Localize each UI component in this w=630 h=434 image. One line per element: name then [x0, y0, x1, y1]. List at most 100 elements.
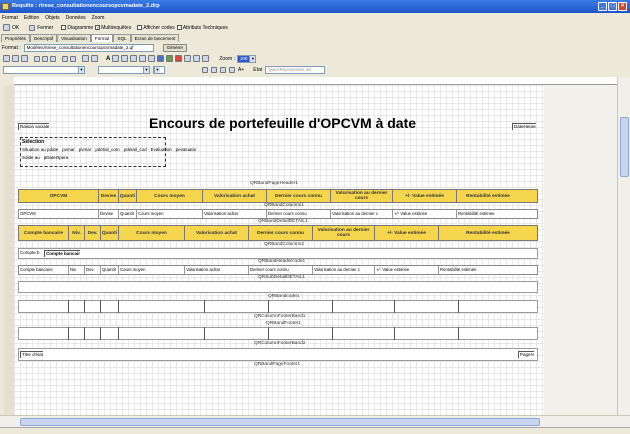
grid-icon[interactable]: [184, 55, 192, 62]
detail-field[interactable]: Valorisation au dernier c: [331, 210, 393, 218]
titre-etat-field[interactable]: Titre d'état: [20, 351, 43, 358]
color-icon[interactable]: [229, 67, 235, 73]
tab-sql[interactable]: SQL: [113, 34, 131, 42]
detail-field[interactable]: Quantit: [101, 266, 119, 274]
underline-icon[interactable]: [220, 67, 226, 73]
detail-field[interactable]: Valorisation achat: [203, 210, 267, 218]
etat-field[interactable]: QuickReport/etats.dcl: [265, 66, 326, 74]
menu-edition[interactable]: Edition: [24, 15, 39, 21]
tab-ecran-lancement[interactable]: Ecran de lancement: [130, 34, 180, 42]
print-icon[interactable]: [12, 55, 19, 62]
bands-icon[interactable]: [193, 55, 201, 62]
detail-field[interactable]: Dev: [85, 266, 101, 274]
detail-band-1[interactable]: OPCVM Devise Quantit Cours moyen Valoris…: [18, 209, 538, 219]
date-heure-field[interactable]: DateHeure: [512, 123, 536, 130]
menu-zoom[interactable]: Zoom: [92, 15, 105, 21]
copy-icon[interactable]: [42, 55, 48, 62]
save-icon[interactable]: [3, 24, 10, 31]
selection-field[interactable]: pevaluatio: [176, 147, 197, 152]
vertical-scrollbar[interactable]: [617, 77, 630, 415]
cut-icon[interactable]: [34, 55, 40, 62]
menu-objets[interactable]: Objets: [45, 15, 59, 21]
selection-field[interactable]: Situation au pdate: [22, 147, 58, 152]
detail-field[interactable]: +/- Value estimée: [393, 210, 457, 218]
scroll-thumb[interactable]: [620, 117, 629, 177]
bold-icon[interactable]: [202, 67, 208, 73]
save-icon[interactable]: [3, 55, 10, 62]
selection-field[interactable]: Solde au: [22, 155, 40, 160]
report-title[interactable]: Encours de portefeuille d'OPCVM à date: [149, 115, 416, 131]
afficher-codes-option[interactable]: Afficher codes: [137, 25, 175, 31]
subdetail-blank-band[interactable]: [18, 281, 538, 293]
header-code-band[interactable]: [18, 248, 538, 259]
menu-donnees[interactable]: Données: [66, 15, 86, 21]
detail-field[interactable]: Dernier cours connu: [267, 210, 331, 218]
rich-text-icon[interactable]: [148, 55, 156, 62]
report-page[interactable]: Raison sociale Encours de portefeuille d…: [14, 85, 544, 415]
undo-icon[interactable]: [62, 55, 68, 62]
font-icon[interactable]: A: [106, 56, 110, 62]
table-tool-icon[interactable]: [166, 55, 174, 62]
detail-field[interactable]: Rentabilité estimée: [457, 210, 519, 218]
paste-icon[interactable]: [50, 55, 56, 62]
detail-field[interactable]: Devise: [99, 210, 119, 218]
ok-button[interactable]: OK: [12, 25, 19, 31]
format-path-field[interactable]: Modèles/rtrese_consultationencoursopcvma…: [23, 44, 154, 52]
selection-field[interactable]: Evaluation: [151, 147, 172, 152]
image-tool-icon[interactable]: [139, 55, 147, 62]
multirequetes-option[interactable]: ✓ Multirequêtes: [95, 25, 131, 31]
redo-icon[interactable]: [70, 55, 76, 62]
compte-value-field[interactable]: Compte bancair: [44, 250, 81, 257]
zoom-select[interactable]: 100 ▼: [236, 54, 257, 63]
selection-field[interactable]: pDateOpera: [44, 155, 69, 160]
font-grow-icon[interactable]: A+: [238, 67, 244, 73]
raison-sociale-field[interactable]: Raison sociale: [18, 123, 50, 130]
props-icon[interactable]: [202, 55, 210, 62]
minimize-button[interactable]: _: [598, 2, 607, 11]
generer-button[interactable]: Générer: [162, 44, 188, 52]
column-header-band-2[interactable]: Compte bancaire Niv. Dev. Quanti Cours m…: [18, 225, 538, 241]
shape-tool-icon[interactable]: [130, 55, 138, 62]
tab-proprietes[interactable]: Propriétés: [1, 34, 30, 42]
selection-field[interactable]: pdetail_com: [95, 147, 119, 152]
attributs-option[interactable]: Attributs Techniques: [176, 24, 228, 31]
page-number-field[interactable]: PageN: [518, 351, 534, 358]
detail-field[interactable]: Cours moyen: [119, 266, 185, 274]
column-header-band-1[interactable]: OPCVM Devise Quanti Cours moyen Valorisa…: [18, 189, 538, 203]
detail-field[interactable]: OPCVM: [19, 210, 99, 218]
detail-field[interactable]: +/- Value estimée: [375, 266, 439, 274]
tab-format[interactable]: Format: [90, 34, 114, 42]
selection-field[interactable]: pdetail_cod: [124, 147, 147, 152]
tab-descriptif[interactable]: Descriptif: [29, 34, 58, 42]
tab-visualisation[interactable]: Visualisation: [57, 34, 91, 42]
font-size-select[interactable]: ▼: [153, 66, 165, 74]
align-left-icon[interactable]: [82, 55, 89, 62]
scroll-thumb[interactable]: [20, 418, 540, 426]
maximize-button[interactable]: □: [608, 2, 617, 11]
code-band[interactable]: [18, 300, 538, 313]
calc-tool-icon[interactable]: [175, 55, 183, 62]
font-style-select[interactable]: ▼: [98, 66, 150, 74]
selection-field[interactable]: pvmar: [62, 147, 75, 152]
font-name-select[interactable]: ▼: [3, 66, 85, 74]
detail-field[interactable]: Quantit: [119, 210, 137, 218]
subdetail-band[interactable]: Compte bancaire Niv Dev Quantit Cours mo…: [18, 265, 538, 275]
preview-icon[interactable]: [21, 55, 28, 62]
chart-tool-icon[interactable]: [157, 55, 165, 62]
selection-field[interactable]: pvmar: [79, 147, 92, 152]
multirequetes-checkbox[interactable]: ✓: [95, 24, 101, 30]
attributs-checkbox[interactable]: [176, 24, 182, 30]
detail-field[interactable]: Dernier cours connu: [249, 266, 313, 274]
detail-field[interactable]: Cours moyen: [137, 210, 203, 218]
report-canvas[interactable]: Raison sociale Encours de portefeuille d…: [14, 85, 617, 415]
detail-field[interactable]: Valorisation achat: [185, 266, 249, 274]
close-button[interactable]: ×: [618, 2, 627, 11]
field-tool-icon[interactable]: [121, 55, 129, 62]
detail-field[interactable]: Valorisation au dernier c: [313, 266, 375, 274]
page-footer-band[interactable]: [18, 348, 538, 361]
fermer-button[interactable]: Fermer: [37, 25, 53, 31]
diagramme-checkbox[interactable]: [61, 24, 67, 30]
detail-field[interactable]: Rentabilité estimée: [439, 266, 537, 274]
detail-field[interactable]: Compte bancaire: [19, 266, 69, 274]
italic-icon[interactable]: [211, 67, 217, 73]
